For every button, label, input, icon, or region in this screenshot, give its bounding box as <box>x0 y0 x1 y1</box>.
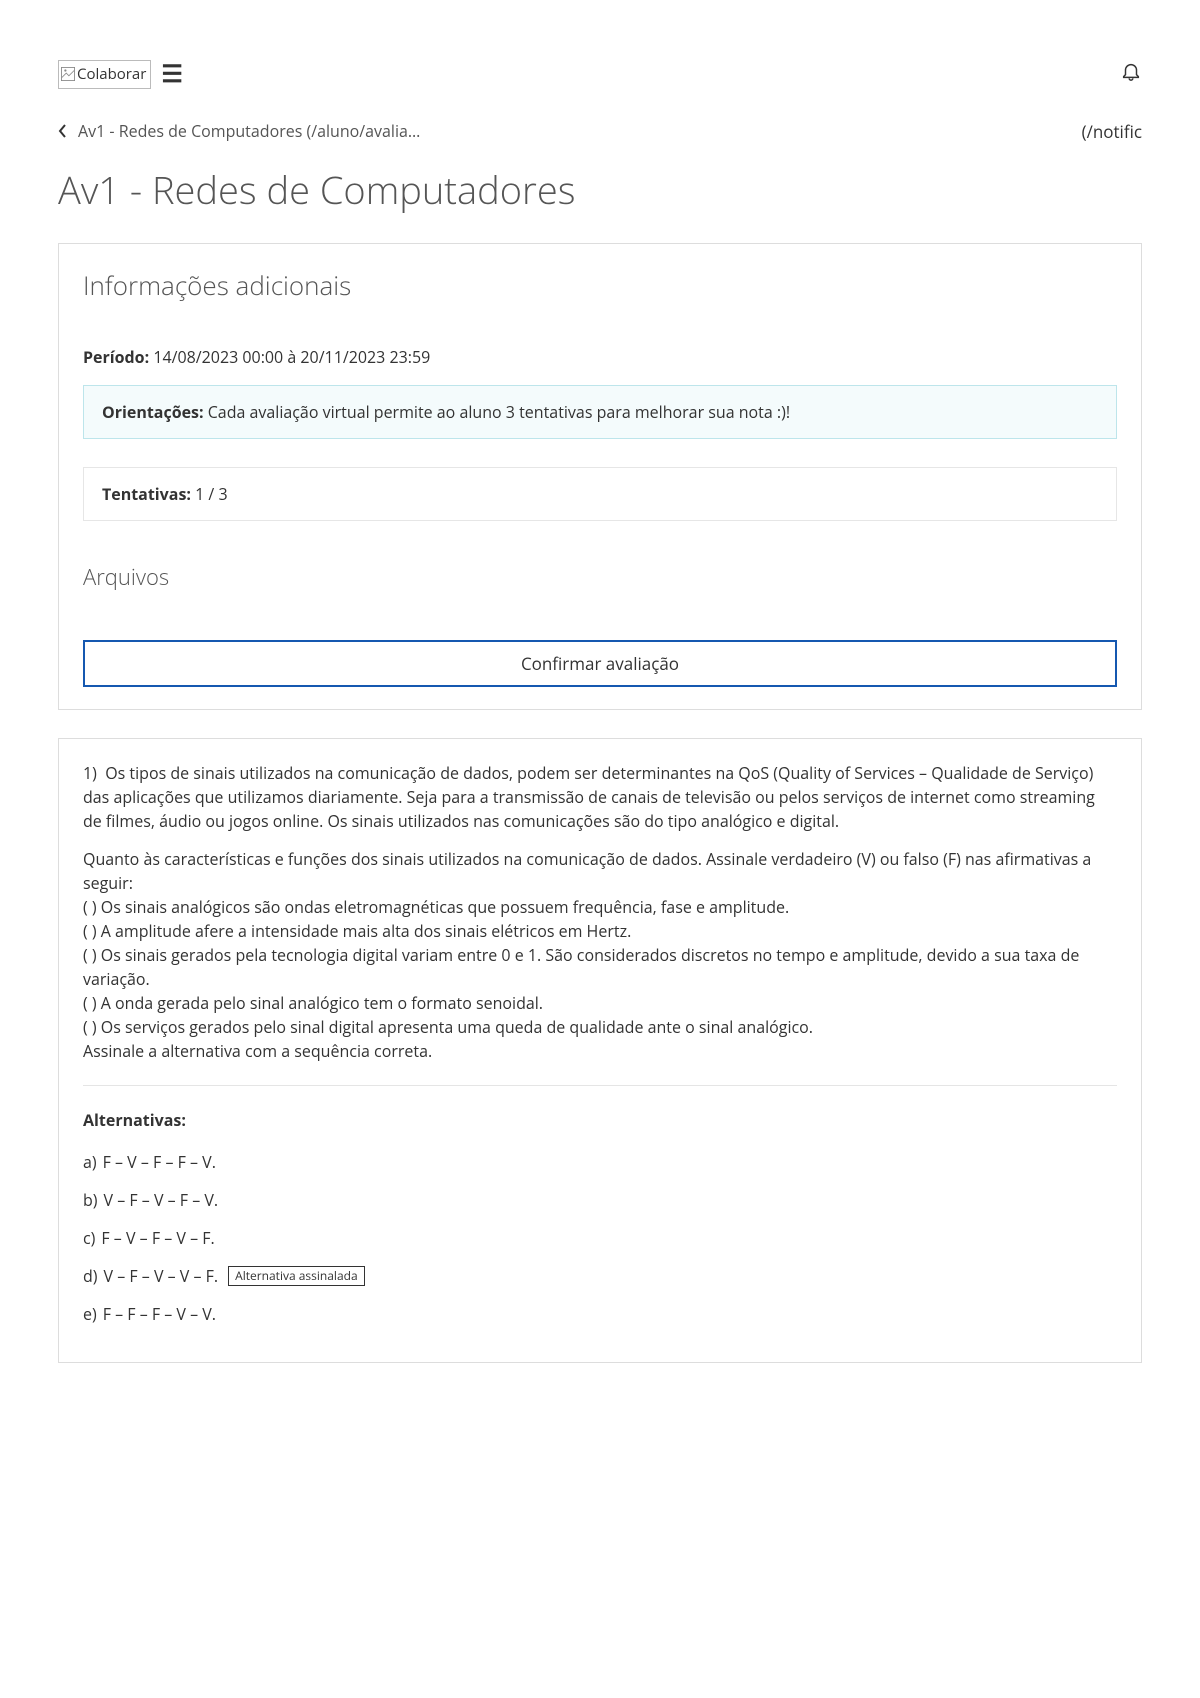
alternative-text: V – F – V – V – F. <box>104 1264 219 1288</box>
question-stmt1: ( ) Os sinais analógicos são ondas eletr… <box>83 896 789 918</box>
question-stmt5: ( ) Os serviços gerados pelo sinal digit… <box>83 1016 813 1038</box>
alternative-item[interactable]: a)F – V – F – F – V. <box>83 1150 1117 1174</box>
alternative-text: V – F – V – F – V. <box>104 1188 219 1212</box>
alternative-item[interactable]: e)F – F – F – V – V. <box>83 1302 1117 1326</box>
confirm-button[interactable]: Confirmar avaliação <box>83 640 1117 687</box>
alternative-key: e) <box>83 1302 97 1326</box>
tentativas-label: Tentativas: <box>102 483 191 505</box>
brand-logo[interactable]: Colaborar <box>58 60 151 89</box>
tentativas-value: 1 / 3 <box>191 483 228 505</box>
alternative-item[interactable]: b)V – F – V – F – V. <box>83 1188 1117 1212</box>
alternative-text: F – V – F – V – F. <box>101 1226 214 1250</box>
orientacoes-label: Orientações: <box>102 401 204 423</box>
breadcrumb-text: Av1 - Redes de Computadores (/aluno/aval… <box>78 119 420 143</box>
chevron-left-icon <box>58 124 68 138</box>
arquivos-heading: Arquivos <box>83 561 1117 594</box>
periodo-label: Período: <box>83 346 149 368</box>
alternative-text: F – F – F – V – V. <box>103 1302 216 1326</box>
selected-badge: Alternativa assinalada <box>228 1266 365 1287</box>
alternative-key: d) <box>83 1264 98 1288</box>
periodo-value: 14/08/2023 00:00 à 20/11/2023 23:59 <box>149 346 430 368</box>
orientacoes-box: Orientações: Cada avaliação virtual perm… <box>83 385 1117 439</box>
question-closing: Assinale a alternativa com a sequência c… <box>83 1040 432 1062</box>
brand-group: Colaborar ☰ <box>58 60 183 89</box>
question-number: 1) <box>83 762 97 784</box>
question-text: 1) Os tipos de sinais utilizados na comu… <box>83 761 1117 1063</box>
alternative-item[interactable]: c)F – V – F – V – F. <box>83 1226 1117 1250</box>
question-stmt2: ( ) A amplitude afere a intensidade mais… <box>83 920 631 942</box>
bell-icon[interactable] <box>1120 60 1142 88</box>
periodo-line: Período: 14/08/2023 00:00 à 20/11/2023 2… <box>83 345 1117 369</box>
info-card: Informações adicionais Período: 14/08/20… <box>58 243 1142 710</box>
broken-image-icon <box>61 67 75 81</box>
breadcrumb[interactable]: Av1 - Redes de Computadores (/aluno/aval… <box>58 119 420 143</box>
alternative-key: b) <box>83 1188 98 1212</box>
divider <box>83 1085 1117 1086</box>
question-card: 1) Os tipos de sinais utilizados na comu… <box>58 738 1142 1363</box>
orientacoes-value: Cada avaliação virtual permite ao aluno … <box>204 401 791 423</box>
question-para1: Os tipos de sinais utilizados na comunic… <box>83 762 1095 832</box>
alternative-item[interactable]: d)V – F – V – V – F. Alternativa assinala… <box>83 1264 1117 1288</box>
notific-link[interactable]: (/notific <box>1082 119 1142 145</box>
question-stmt3: ( ) Os sinais gerados pela tecnologia di… <box>83 944 1079 990</box>
alternatives-heading: Alternativas: <box>83 1108 1117 1132</box>
question-para2: Quanto às características e funções dos … <box>83 848 1091 894</box>
alternative-key: a) <box>83 1150 97 1174</box>
alternatives-list: a)F – V – F – F – V.b)V – F – V – F – V.… <box>83 1150 1117 1326</box>
alternative-key: c) <box>83 1226 95 1250</box>
page-title: Av1 - Redes de Computadores <box>58 162 1142 219</box>
hamburger-icon[interactable]: ☰ <box>161 62 183 86</box>
brand-label: Colaborar <box>77 63 146 86</box>
info-heading: Informações adicionais <box>83 266 1117 305</box>
tentativas-box: Tentativas: 1 / 3 <box>83 467 1117 521</box>
crumb-row: Av1 - Redes de Computadores (/aluno/aval… <box>58 119 1142 145</box>
topbar: Colaborar ☰ <box>58 60 1142 89</box>
alternative-text: F – V – F – F – V. <box>103 1150 216 1174</box>
question-stmt4: ( ) A onda gerada pelo sinal analógico t… <box>83 992 543 1014</box>
